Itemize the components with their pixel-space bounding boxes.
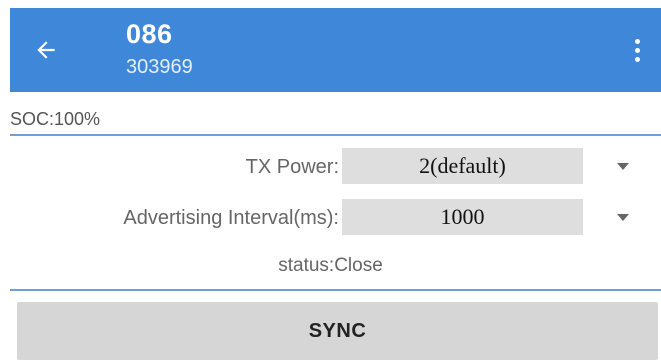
sync-button[interactable]: SYNC [17,302,658,360]
more-vert-icon[interactable] [627,32,647,68]
tx-power-label: TX Power: [245,156,339,178]
divider [10,134,661,136]
advertising-interval-select[interactable]: 1000 [342,199,583,235]
tx-power-select[interactable]: 2(default) [342,148,583,184]
back-button[interactable] [24,28,68,72]
title-group: 086 303969 [126,18,193,80]
page-title: 086 [126,19,173,49]
dropdown-arrow-icon[interactable] [617,163,629,170]
menu-dot [634,38,640,44]
tx-power-row: TX Power: 2(default) [0,148,661,186]
menu-dot [634,47,640,53]
page-subtitle: 303969 [126,56,193,78]
dropdown-arrow-icon[interactable] [617,214,629,221]
app-bar: 086 303969 [10,8,661,92]
advertising-interval-row: Advertising Interval(ms): 1000 [0,199,661,237]
soc-label: SOC:100% [10,109,101,129]
status-row: status:Close [0,255,661,277]
device-config-screen: 086 303969 SOC:100% TX Power: 2(default)… [0,0,661,360]
status-text: status:Close [278,255,383,276]
divider [10,289,661,291]
arrow-left-icon [37,41,55,59]
advertising-interval-label: Advertising Interval(ms): [123,207,339,229]
menu-dot [634,56,640,62]
